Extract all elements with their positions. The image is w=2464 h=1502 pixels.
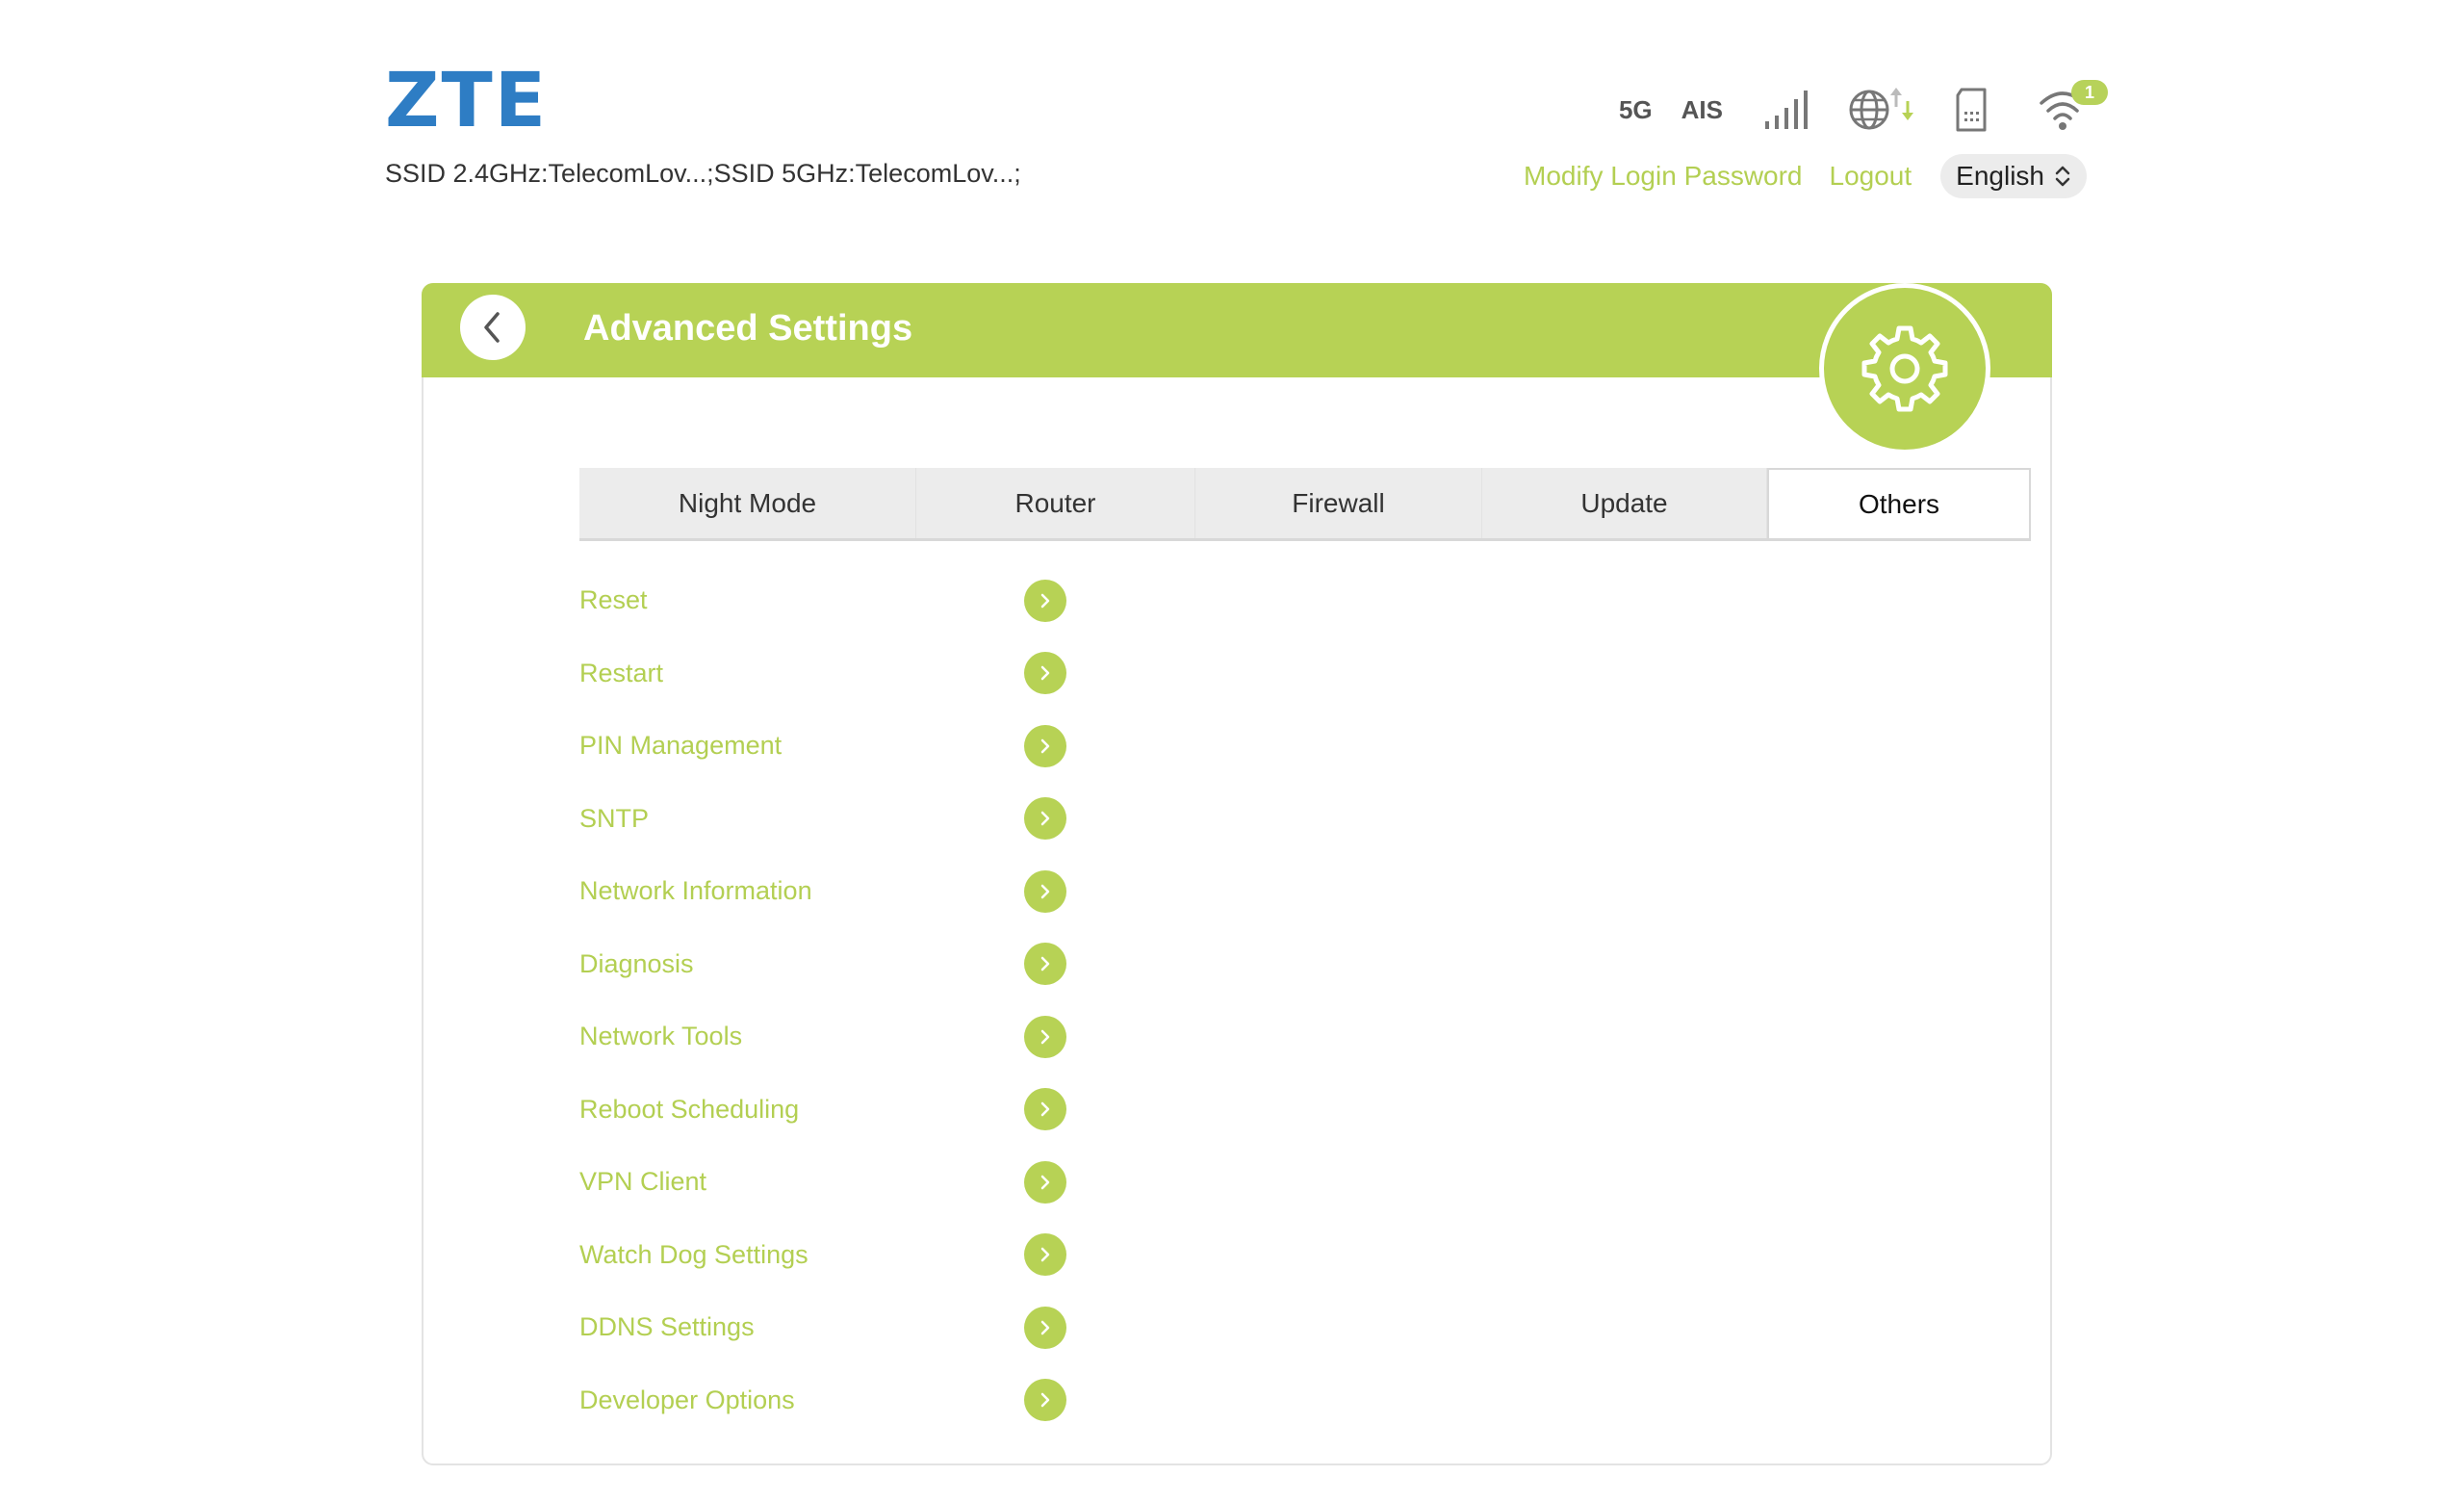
menu-item-ddns-settings[interactable]: DDNS Settings [579,1291,1080,1364]
tab-firewall[interactable]: Firewall [1195,468,1482,538]
chevron-right-icon[interactable] [1024,1379,1066,1422]
advanced-settings-panel: Advanced Settings Night Mode Router Fire… [422,283,2052,1465]
chevron-right-icon[interactable] [1024,724,1066,767]
zte-logo: ZTE [385,58,549,144]
chevron-up-down-icon [2055,166,2070,187]
menu-item-network-information[interactable]: Network Information [579,855,1080,928]
chevron-right-icon[interactable] [1024,1306,1066,1349]
menu-item-network-tools[interactable]: Network Tools [579,1000,1080,1074]
logout-link[interactable]: Logout [1830,161,1912,192]
menu-item-label: Restart [579,658,664,687]
language-value: English [1956,161,2044,191]
menu-item-label: Watch Dog Settings [579,1239,808,1269]
chevron-right-icon[interactable] [1024,1088,1066,1131]
chevron-left-icon [484,312,500,343]
chevron-right-icon[interactable] [1024,1233,1066,1277]
language-select[interactable]: English [1940,154,2087,198]
chevron-right-icon[interactable] [1024,652,1066,695]
menu-item-pin-management[interactable]: PIN Management [579,710,1080,783]
signal-strength-icon [1763,89,1811,131]
menu-item-label: Developer Options [579,1385,795,1414]
menu-item-label: SNTP [579,803,650,833]
menu-item-label: VPN Client [579,1167,707,1197]
menu-item-label: Diagnosis [579,948,694,978]
chevron-right-icon[interactable] [1024,1160,1066,1204]
user-links: Modify Login Password Logout English [1497,154,2087,198]
chevron-right-icon[interactable] [1024,869,1066,913]
menu-item-restart[interactable]: Restart [579,637,1080,711]
modify-login-password-link[interactable]: Modify Login Password [1524,161,1802,192]
chevron-right-icon[interactable] [1024,579,1066,622]
chevron-right-icon[interactable] [1024,1015,1066,1058]
settings-tabs: Night Mode Router Firewall Update Others [579,468,2031,541]
panel-header: Advanced Settings [422,283,2052,454]
gear-icon [1861,325,1948,412]
others-menu-list: Reset Restart PIN Management SNTP Networ… [579,564,1080,1437]
menu-item-diagnosis[interactable]: Diagnosis [579,928,1080,1001]
menu-item-label: Reset [579,585,648,615]
tab-router[interactable]: Router [916,468,1195,538]
tab-others[interactable]: Others [1767,468,2031,538]
menu-item-reboot-scheduling[interactable]: Reboot Scheduling [579,1074,1080,1147]
settings-gear-badge [1819,283,1990,454]
menu-item-watch-dog-settings[interactable]: Watch Dog Settings [579,1219,1080,1292]
menu-item-developer-options[interactable]: Developer Options [579,1364,1080,1437]
wifi-client-count-badge: 1 [2071,80,2108,105]
menu-item-label: Network Information [579,876,812,906]
page: ZTE SSID 2.4GHz:TelecomLov...;SSID 5GHz:… [0,0,2464,1502]
ssid-info: SSID 2.4GHz:TelecomLov...;SSID 5GHz:Tele… [385,159,1021,188]
wifi-icon[interactable]: 1 [2039,80,2108,132]
sim-card-icon [1952,87,1990,133]
menu-item-label: DDNS Settings [579,1312,755,1342]
back-button[interactable] [460,295,526,360]
menu-item-vpn-client[interactable]: VPN Client [579,1146,1080,1219]
chevron-right-icon[interactable] [1024,797,1066,841]
tab-night-mode[interactable]: Night Mode [579,468,916,538]
operator-label: AIS [1681,94,1723,124]
network-type-label: 5G [1618,94,1653,124]
menu-item-label: Network Tools [579,1022,743,1051]
menu-item-label: PIN Management [579,731,783,761]
globe-data-icon [1846,86,1917,134]
chevron-right-icon[interactable] [1024,943,1066,986]
menu-item-label: Reboot Scheduling [579,1094,800,1124]
menu-item-sntp[interactable]: SNTP [579,783,1080,856]
page-title: Advanced Settings [583,308,913,349]
tab-update[interactable]: Update [1482,468,1767,538]
menu-item-reset[interactable]: Reset [579,564,1080,637]
status-bar: 5G AIS 1 [1618,80,2108,139]
